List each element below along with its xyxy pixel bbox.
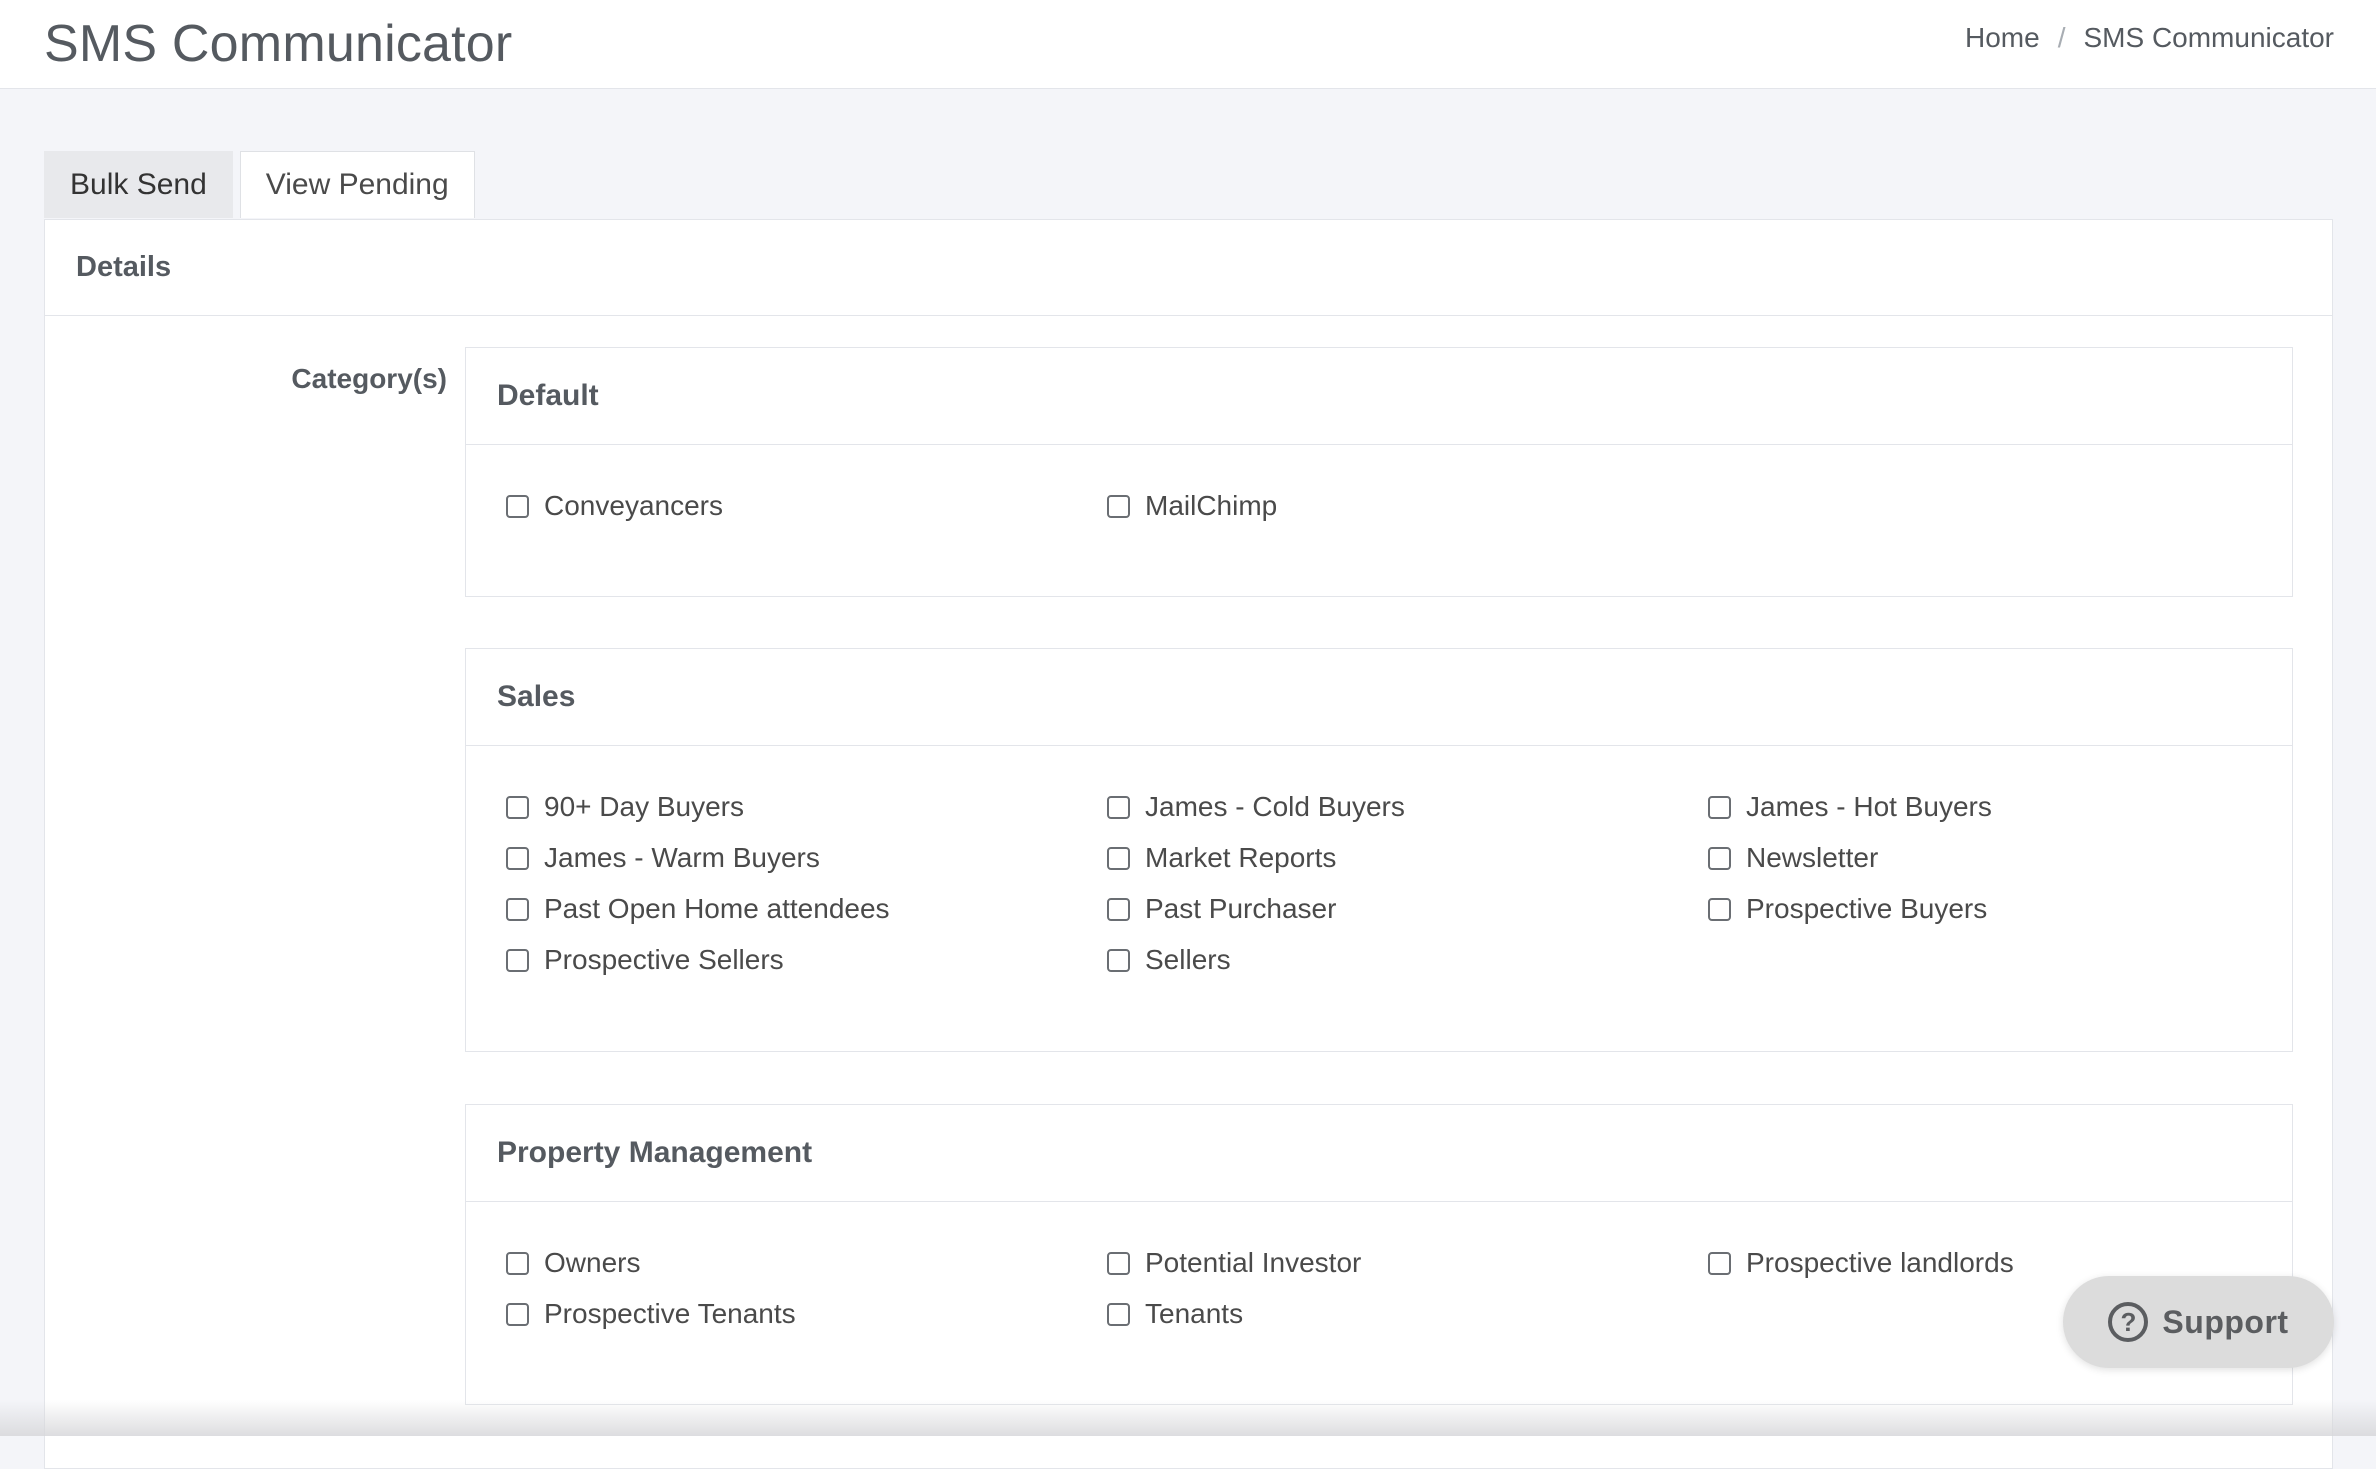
category-checkbox-past-open-home-attendees[interactable]: Past Open Home attendees xyxy=(506,892,1107,926)
category-checkbox-market-reports[interactable]: Market Reports xyxy=(1107,841,1708,875)
checkbox-box[interactable] xyxy=(1107,897,1130,921)
checkbox-label: Owners xyxy=(544,1247,641,1278)
category-checkbox-james-hot-buyers[interactable]: James - Hot Buyers xyxy=(1708,790,2309,824)
category-checkbox-past-purchaser[interactable]: Past Purchaser xyxy=(1107,892,1708,926)
group-body: Owners Potential Investor Prospective la… xyxy=(466,1202,2292,1331)
checkbox-box[interactable] xyxy=(506,1302,529,1326)
checkbox-box[interactable] xyxy=(1107,1251,1130,1275)
breadcrumb-current: SMS Communicator xyxy=(2083,22,2334,53)
category-checkbox-prospective-tenants[interactable]: Prospective Tenants xyxy=(506,1297,1107,1331)
category-checkbox-owners[interactable]: Owners xyxy=(506,1246,1107,1280)
checkbox-box[interactable] xyxy=(1708,846,1731,870)
checkbox-box[interactable] xyxy=(506,846,529,870)
breadcrumb: Home / SMS Communicator xyxy=(1965,22,2334,54)
checkbox-box[interactable] xyxy=(506,897,529,921)
category-checkbox-prospective-landlords[interactable]: Prospective landlords xyxy=(1708,1246,2309,1280)
tab-bar: Bulk Send View Pending xyxy=(44,151,475,218)
checkbox-label: Prospective Tenants xyxy=(544,1298,796,1329)
group-title: Default xyxy=(466,348,2292,445)
checkbox-label: Potential Investor xyxy=(1145,1247,1362,1278)
support-button[interactable]: ? Support xyxy=(2063,1276,2334,1368)
category-checkbox-prospective-sellers[interactable]: Prospective Sellers xyxy=(506,943,1107,977)
checkbox-box[interactable] xyxy=(1107,494,1130,518)
category-checkbox-90-day-buyers[interactable]: 90+ Day Buyers xyxy=(506,790,1107,824)
checkbox-box[interactable] xyxy=(1107,948,1130,972)
group-sales: Sales 90+ Day Buyers James - Cold Buyers… xyxy=(465,648,2293,1052)
category-checkbox-james-cold-buyers[interactable]: James - Cold Buyers xyxy=(1107,790,1708,824)
category-checkbox-mailchimp[interactable]: MailChimp xyxy=(1107,489,1708,523)
checkbox-box[interactable] xyxy=(506,1251,529,1275)
tab-bulk-send[interactable]: Bulk Send xyxy=(44,151,233,218)
checkbox-box[interactable] xyxy=(506,795,529,819)
checkbox-label: Prospective landlords xyxy=(1746,1247,2014,1278)
checkbox-label: Conveyancers xyxy=(544,490,723,521)
page-title: SMS Communicator xyxy=(44,15,513,73)
checkbox-box[interactable] xyxy=(1708,795,1731,819)
group-body: 90+ Day Buyers James - Cold Buyers James… xyxy=(466,746,2292,977)
top-header: SMS Communicator Home / SMS Communicator xyxy=(0,0,2376,89)
checkbox-label: Past Purchaser xyxy=(1145,893,1337,924)
category-checkbox-james-warm-buyers[interactable]: James - Warm Buyers xyxy=(506,841,1107,875)
checkbox-label: Sellers xyxy=(1145,944,1231,975)
checkbox-grid: 90+ Day Buyers James - Cold Buyers James… xyxy=(506,790,2292,977)
checkbox-box[interactable] xyxy=(1107,795,1130,819)
support-label: Support xyxy=(2162,1303,2289,1340)
panel-title: Details xyxy=(45,220,2332,316)
checkbox-label: 90+ Day Buyers xyxy=(544,791,744,822)
group-body: Conveyancers MailChimp xyxy=(466,445,2292,523)
checkbox-box[interactable] xyxy=(1107,1302,1130,1326)
checkbox-label: Prospective Sellers xyxy=(544,944,784,975)
checkbox-label: Prospective Buyers xyxy=(1746,893,1988,924)
category-checkbox-conveyancers[interactable]: Conveyancers xyxy=(506,489,1107,523)
checkbox-label: James - Cold Buyers xyxy=(1145,791,1405,822)
checkbox-grid: Owners Potential Investor Prospective la… xyxy=(506,1246,2292,1331)
category-checkbox-prospective-buyers[interactable]: Prospective Buyers xyxy=(1708,892,2309,926)
group-property-management: Property Management Owners Potential Inv… xyxy=(465,1104,2293,1405)
checkbox-label: James - Hot Buyers xyxy=(1746,791,1992,822)
checkbox-box[interactable] xyxy=(506,494,529,518)
group-title: Property Management xyxy=(466,1105,2292,1202)
checkbox-label: James - Warm Buyers xyxy=(544,842,820,873)
group-default: Default Conveyancers MailChimp xyxy=(465,347,2293,597)
breadcrumb-separator: / xyxy=(2057,22,2066,53)
tab-view-pending[interactable]: View Pending xyxy=(239,151,475,218)
category-checkbox-sellers[interactable]: Sellers xyxy=(1107,943,1708,977)
checkbox-label: MailChimp xyxy=(1145,490,1278,521)
checkbox-box[interactable] xyxy=(506,948,529,972)
group-title: Sales xyxy=(466,649,2292,746)
details-panel: Details Category(s) Default Conveyancers… xyxy=(44,219,2333,1469)
checkbox-grid: Conveyancers MailChimp xyxy=(506,489,2292,523)
checkbox-label: Market Reports xyxy=(1145,842,1337,873)
checkbox-label: Tenants xyxy=(1145,1298,1244,1329)
checkbox-label: Past Open Home attendees xyxy=(544,893,890,924)
checkbox-box[interactable] xyxy=(1708,1251,1731,1275)
breadcrumb-home-link[interactable]: Home xyxy=(1965,22,2040,54)
category-checkbox-newsletter[interactable]: Newsletter xyxy=(1708,841,2309,875)
category-checkbox-tenants[interactable]: Tenants xyxy=(1107,1297,1708,1331)
checkbox-box[interactable] xyxy=(1708,897,1731,921)
question-circle-icon: ? xyxy=(2108,1302,2149,1342)
category-field-label: Category(s) xyxy=(291,363,447,394)
category-checkbox-potential-investor[interactable]: Potential Investor xyxy=(1107,1246,1708,1280)
checkbox-box[interactable] xyxy=(1107,846,1130,870)
checkbox-label: Newsletter xyxy=(1746,842,1879,873)
